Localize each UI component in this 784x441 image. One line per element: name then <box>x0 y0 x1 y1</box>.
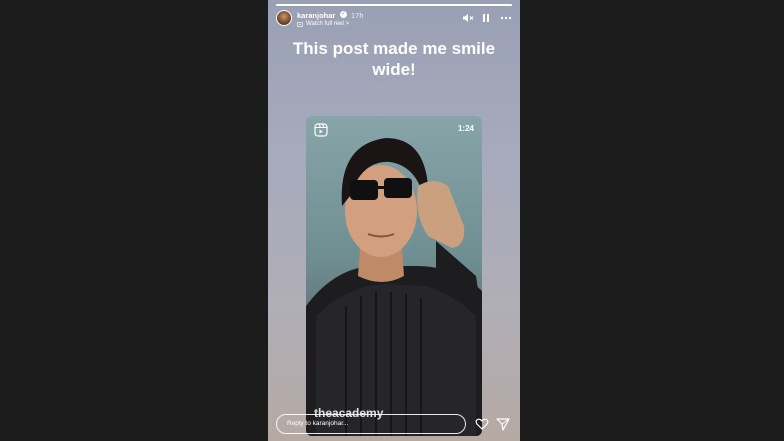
reel-thumbnail-image <box>306 138 482 436</box>
heart-icon[interactable] <box>475 417 489 431</box>
watch-full-reel-label: Watch full reel > <box>306 21 349 27</box>
reels-icon <box>314 123 328 137</box>
story-progress-bar <box>276 4 512 6</box>
reply-input[interactable]: Reply to karanjohar... <box>276 414 466 434</box>
story-progress-fill <box>276 4 512 6</box>
story-caption: This post made me smile wide! <box>292 39 496 79</box>
reply-placeholder: Reply to karanjohar... <box>287 420 349 427</box>
post-timestamp: 17h <box>351 11 364 20</box>
embedded-reel[interactable]: 1:24 theacademy <box>306 116 482 436</box>
speaker-muted-icon[interactable] <box>462 12 474 24</box>
story-viewer[interactable]: karanjohar ✓ 17h Watch full reel > This … <box>268 0 520 441</box>
reel-small-icon <box>297 22 303 27</box>
story-header: karanjohar ✓ 17h Watch full reel > <box>276 10 512 30</box>
avatar[interactable] <box>276 10 292 26</box>
pause-icon[interactable] <box>480 12 492 24</box>
username[interactable]: karanjohar <box>297 11 335 20</box>
send-icon[interactable] <box>496 417 510 431</box>
more-icon[interactable] <box>500 12 512 24</box>
verified-badge-icon: ✓ <box>340 11 347 18</box>
reel-duration: 1:24 <box>457 124 474 133</box>
